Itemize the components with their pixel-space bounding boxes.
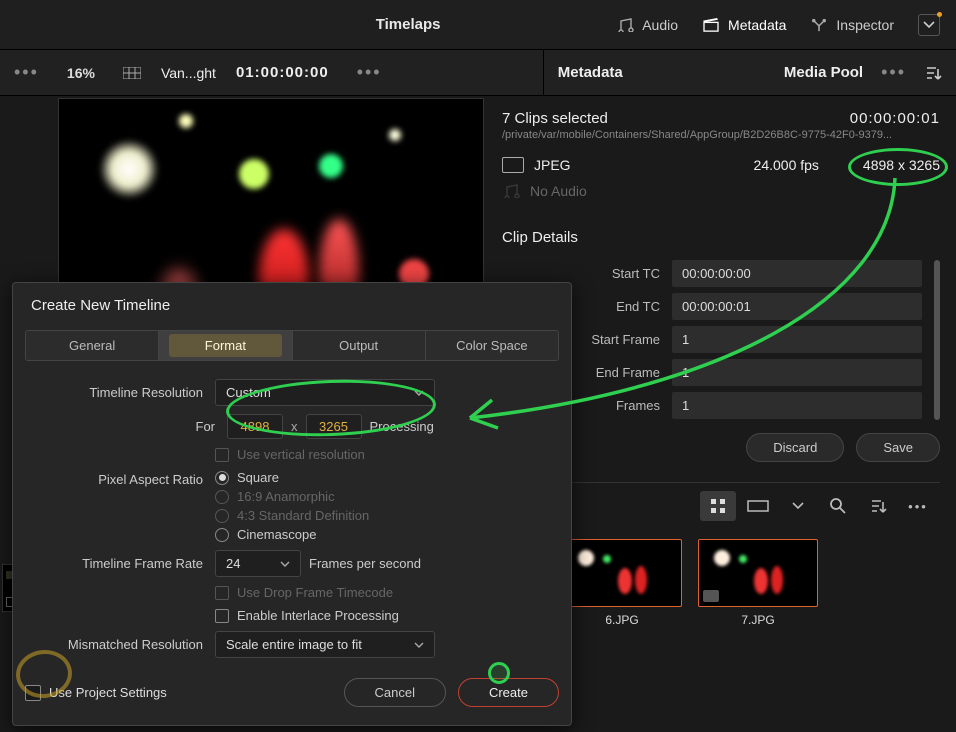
par-sd-radio: 4:3 Standard Definition <box>215 508 369 523</box>
no-audio-label: No Audio <box>530 183 587 199</box>
timeline-resolution-label: Timeline Resolution <box>25 385 215 400</box>
par-square-radio[interactable]: Square <box>215 470 369 485</box>
fps-label: 24.000 fps <box>754 157 819 173</box>
par-cinemascope-radio[interactable]: Cinemascope <box>215 527 369 542</box>
tab-general[interactable]: General <box>26 331 159 360</box>
search-button[interactable] <box>820 491 856 521</box>
metadata-tool[interactable]: Metadata <box>702 17 786 33</box>
par-label: Pixel Aspect Ratio <box>25 470 215 487</box>
discard-button[interactable]: Discard <box>746 433 844 462</box>
more-menu[interactable]: ••• <box>900 491 936 521</box>
list-view-button[interactable] <box>740 491 776 521</box>
height-input[interactable] <box>306 414 362 439</box>
dialog-title: Create New Timeline <box>25 295 559 316</box>
mismatched-label: Mismatched Resolution <box>25 637 215 652</box>
file-path: /private/var/mobile/Containers/Shared/Ap… <box>502 129 940 141</box>
vertical-resolution-checkbox: Use vertical resolution <box>215 447 365 462</box>
selection-count: 7 Clips selected <box>502 110 608 127</box>
audio-tool[interactable]: Audio <box>616 17 678 33</box>
metadata-menu-dots[interactable]: ••• <box>881 62 906 83</box>
x-separator: x <box>291 419 298 434</box>
slate-icon <box>702 18 720 32</box>
use-project-settings-label: Use Project Settings <box>49 685 167 700</box>
start-frame-field[interactable] <box>672 326 922 353</box>
sub-bar: ••• 16% Van...ght 01:00:00:00 ••• Metada… <box>0 50 956 96</box>
use-project-settings-checkbox[interactable]: Use Project Settings <box>25 685 167 701</box>
viewer-menu-dots[interactable]: ••• <box>14 62 39 83</box>
dropdown-indicator[interactable] <box>918 14 940 36</box>
cancel-button[interactable]: Cancel <box>344 678 446 707</box>
frame-rate-value: 24 <box>226 556 240 571</box>
zoom-level[interactable]: 16% <box>67 65 95 81</box>
audio-icon <box>502 184 520 198</box>
sort-icon[interactable] <box>924 64 942 82</box>
inspector-label: Inspector <box>836 17 894 33</box>
frame-rate-label: Timeline Frame Rate <box>25 556 215 571</box>
image-badge-icon <box>703 590 719 602</box>
duration-tc: 00:00:00:01 <box>850 110 940 127</box>
width-input[interactable] <box>227 414 283 439</box>
top-bar: Timelaps Audio Metadata Inspector <box>0 0 956 50</box>
interlace-checkbox[interactable]: Enable Interlace Processing <box>215 608 399 623</box>
processing-label: Processing <box>370 419 434 434</box>
tab-format[interactable]: Format <box>159 331 292 360</box>
timeline-resolution-select[interactable]: Custom <box>215 379 435 406</box>
timecode-display: 01:00:00:00 <box>236 64 329 81</box>
scrollbar[interactable] <box>934 260 940 420</box>
audio-label: Audio <box>642 17 678 33</box>
frame-rate-select[interactable]: 24 <box>215 550 301 577</box>
tools-icon <box>810 18 828 32</box>
clip-name: Van...ght <box>161 65 216 81</box>
par-anamorphic-radio: 16:9 Anamorphic <box>215 489 369 504</box>
tab-output[interactable]: Output <box>293 331 426 360</box>
vertical-resolution-label: Use vertical resolution <box>237 447 365 462</box>
chevron-down-icon <box>280 561 290 567</box>
mismatched-value: Scale entire image to fit <box>226 637 362 652</box>
create-button[interactable]: Create <box>458 678 559 707</box>
timeline-resolution-value: Custom <box>226 385 271 400</box>
start-tc-label: Start TC <box>502 266 672 281</box>
chevron-down-icon <box>414 390 424 396</box>
chevron-down-icon <box>923 21 935 29</box>
metadata-panel-label: Metadata <box>558 64 623 81</box>
sort-button[interactable] <box>860 491 896 521</box>
start-tc-field[interactable] <box>672 260 922 287</box>
mismatched-select[interactable]: Scale entire image to fit <box>215 631 435 658</box>
viewer-menu-dots-2[interactable]: ••• <box>357 62 382 83</box>
end-tc-field[interactable] <box>672 293 922 320</box>
grid-view-button[interactable] <box>700 491 736 521</box>
frames-field[interactable] <box>672 392 922 419</box>
thumb-name: 6.JPG <box>562 613 682 627</box>
create-timeline-dialog: Create New Timeline General Format Outpu… <box>12 282 572 726</box>
media-thumb[interactable]: 6.JPG <box>562 539 682 627</box>
media-pool-label[interactable]: Media Pool <box>784 64 863 81</box>
resolution-label: 4898 x 3265 <box>863 157 940 173</box>
metadata-label: Metadata <box>728 17 786 33</box>
thumb-name: 7.JPG <box>698 613 818 627</box>
view-dropdown[interactable] <box>780 491 816 521</box>
timeline-icon[interactable] <box>123 67 141 79</box>
clip-details-header: Clip Details <box>502 229 940 246</box>
save-button[interactable]: Save <box>856 433 940 462</box>
image-format-icon <box>502 157 524 173</box>
inspector-tool[interactable]: Inspector <box>810 17 894 33</box>
tab-colorspace[interactable]: Color Space <box>426 331 558 360</box>
drop-frame-checkbox: Use Drop Frame Timecode <box>215 585 393 600</box>
chevron-down-icon <box>414 642 424 648</box>
music-icon <box>616 18 634 32</box>
project-title: Timelaps <box>0 16 616 33</box>
end-frame-field[interactable] <box>672 359 922 386</box>
fps-suffix: Frames per second <box>309 556 421 571</box>
for-label: For <box>25 419 215 434</box>
format-label: JPEG <box>534 157 571 173</box>
media-thumb[interactable]: 7.JPG <box>698 539 818 627</box>
